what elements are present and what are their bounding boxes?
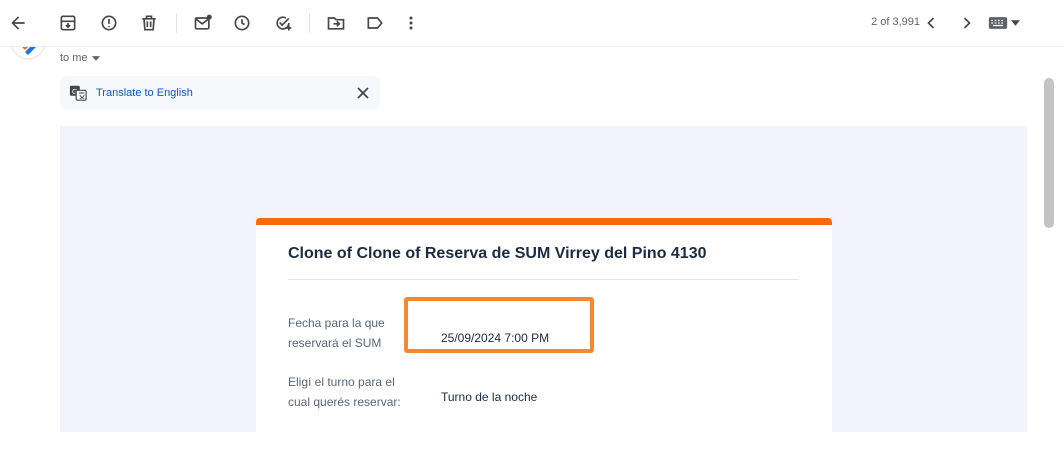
- dropdown-caret-icon: [1011, 20, 1020, 26]
- highlight-box: [404, 297, 594, 353]
- move-to-icon[interactable]: [324, 11, 348, 35]
- delete-icon[interactable]: [137, 11, 161, 35]
- mark-unread-icon[interactable]: [191, 11, 215, 35]
- label-icon[interactable]: [363, 11, 387, 35]
- field-label-shift: Eligí el turno para el cual querés reser…: [288, 375, 401, 409]
- recipient-details[interactable]: to me: [60, 52, 100, 64]
- add-to-tasks-icon[interactable]: [271, 11, 295, 35]
- back-arrow-icon[interactable]: [6, 11, 30, 35]
- email-body: Clone of Clone of Reserva de SUM Virrey …: [60, 126, 1027, 455]
- message-counter: 2 of 3,991: [871, 16, 920, 28]
- input-tools-button[interactable]: [988, 12, 1024, 34]
- toolbar-divider: [176, 13, 177, 33]
- keyboard-icon: [988, 17, 1008, 29]
- field-label-date: Fecha para la que reservará el SUM: [288, 316, 385, 350]
- report-spam-icon[interactable]: [97, 11, 121, 35]
- translate-banner: G Translate to English: [60, 76, 380, 110]
- newer-chevron-icon[interactable]: [919, 11, 943, 35]
- older-chevron-icon[interactable]: [955, 11, 979, 35]
- scrollbar-thumb[interactable]: [1044, 78, 1054, 228]
- translate-link[interactable]: Translate to English: [96, 87, 193, 99]
- close-icon[interactable]: [354, 84, 372, 102]
- recipient-label: to me: [60, 52, 88, 64]
- translate-icon: G: [69, 85, 87, 101]
- message-toolbar: 2 of 3,991: [0, 0, 1064, 47]
- archive-icon[interactable]: [56, 11, 80, 35]
- field-value-shift: Turno de la noche: [441, 390, 538, 404]
- dropdown-caret-icon: [91, 55, 100, 61]
- title-divider: [288, 279, 799, 280]
- toolbar-divider: [309, 13, 310, 33]
- snooze-icon[interactable]: [230, 11, 254, 35]
- more-vert-icon[interactable]: [399, 11, 423, 35]
- form-title: Clone of Clone of Reserva de SUM Virrey …: [288, 245, 707, 262]
